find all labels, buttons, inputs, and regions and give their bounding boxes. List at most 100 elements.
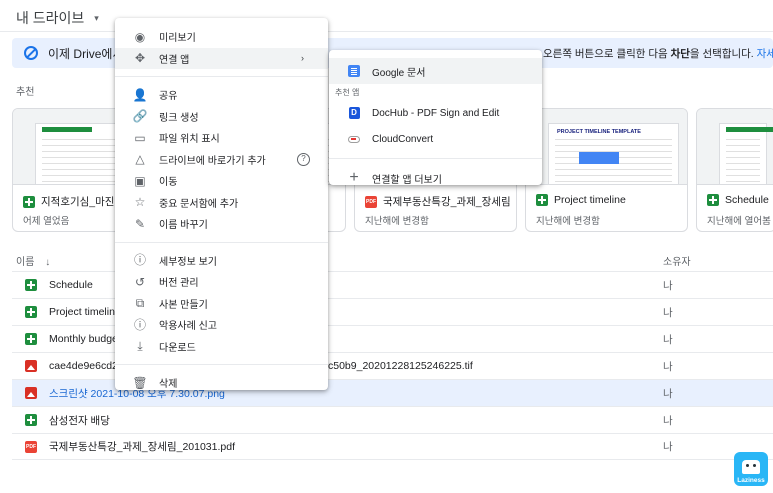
menu-item-label: 다운로드 bbox=[159, 342, 196, 354]
sheets-icon bbox=[25, 279, 37, 291]
drive-title-button[interactable]: 내 드라이브 ▾ bbox=[16, 8, 99, 28]
menu-item-info[interactable]: ⓘ 세부정보 보기 bbox=[115, 250, 328, 272]
menu-item-label: 미리보기 bbox=[159, 33, 196, 45]
drive-shortcut-icon: △ bbox=[135, 152, 145, 167]
menu-item-move-folder[interactable]: ▣ 이동 bbox=[115, 170, 328, 192]
menu-item-trash[interactable]: 🗑 삭제 bbox=[115, 372, 328, 394]
submenu-item-cloudconvert[interactable]: CloudConvert bbox=[329, 126, 542, 152]
sheets-icon bbox=[23, 195, 35, 208]
menu-item-drive-shortcut[interactable]: △ 드라이브에 바로가기 추가? bbox=[115, 149, 328, 171]
suggested-apps-label: 추천 앱 bbox=[335, 88, 360, 97]
menu-divider bbox=[115, 364, 328, 365]
context-menu: ◉ 미리보기 ✥ 연결 앱 › 👤 공유 🔗 링크 생성 ▭ 파일 위치 표시 △ 드라이브에 바로가기… bbox=[115, 18, 328, 390]
file-name-tail: c50b9_20201228125246225.tif bbox=[328, 360, 473, 372]
menu-item-link[interactable]: 🔗 링크 생성 bbox=[115, 106, 328, 128]
person-add-icon: 👤 bbox=[132, 87, 148, 102]
menu-item-label: 세부정보 보기 bbox=[159, 256, 217, 268]
owner-column-header: 소유자 bbox=[663, 257, 691, 268]
submenu-item-more-apps[interactable]: + 연결할 앱 더보기 bbox=[329, 165, 542, 191]
menu-item-move-arrows[interactable]: ✥ 연결 앱 › bbox=[115, 47, 328, 69]
folder-icon: ▭ bbox=[134, 130, 146, 145]
menu-item-eye[interactable]: ◉ 미리보기 bbox=[115, 26, 328, 48]
help-icon[interactable]: ? bbox=[297, 152, 310, 166]
card-name: Project timeline bbox=[536, 194, 681, 206]
card-thumbnail bbox=[697, 109, 773, 185]
menu-item-copy[interactable]: ⧉ 사본 만들기 bbox=[115, 293, 328, 315]
thumb-sheet: PROJECT TIMELINE TEMPLATE bbox=[548, 123, 679, 184]
dochub-glyph: D bbox=[348, 107, 360, 119]
menu-divider bbox=[115, 241, 328, 243]
menu-item-label: 공유 bbox=[159, 91, 178, 103]
file-owner: 나 bbox=[663, 279, 673, 292]
chevron-down-icon: ▾ bbox=[94, 12, 99, 23]
drive-screen: 내 드라이브 ▾ 이제 Drive에서 오른쪽 버튼으로 클릭한 다음 차단을 … bbox=[0, 0, 773, 493]
thumb-sheet bbox=[719, 123, 773, 184]
menu-item-label: 사본 만들기 bbox=[159, 299, 208, 311]
sort-arrow-icon[interactable]: ↓ bbox=[45, 257, 50, 268]
laziness-logo: Laziness bbox=[734, 452, 768, 486]
submenu-item-dochub[interactable]: D DocHub - PDF Sign and Edit bbox=[329, 100, 542, 126]
chevron-right-icon: › bbox=[301, 53, 304, 64]
learn-more-link[interactable]: 자세히 알아보기 bbox=[757, 48, 773, 60]
file-name: Monthly budget bbox=[49, 333, 121, 345]
sheets-icon bbox=[25, 333, 37, 345]
plus-icon: + bbox=[348, 170, 360, 186]
name-column-label: 이름 bbox=[16, 257, 35, 268]
menu-item-label: 이동 bbox=[159, 177, 178, 189]
card-activity: 지난해에 열어봄 bbox=[707, 216, 771, 227]
suggested-card[interactable]: Schedule 지난해에 열어봄 bbox=[696, 108, 773, 232]
menu-item-label: 버전 관리 bbox=[159, 278, 199, 290]
submenu-item-google-docs[interactable]: Google 문서 bbox=[329, 58, 542, 84]
file-owner: 나 bbox=[663, 387, 673, 400]
info-icon: ⓘ bbox=[133, 253, 146, 268]
card-name-text: Project timeline bbox=[554, 194, 626, 206]
star-icon: ☆ bbox=[134, 195, 146, 210]
pencil-icon: ✎ bbox=[134, 216, 146, 231]
menu-item-download[interactable]: ⤓ 다운로드 bbox=[115, 336, 328, 358]
menu-item-pencil[interactable]: ✎ 이름 바꾸기 bbox=[115, 213, 328, 235]
sheets-icon bbox=[707, 194, 719, 206]
image-file-icon bbox=[25, 360, 37, 372]
suggested-card[interactable]: PROJECT TIMELINE TEMPLATE Project timeli… bbox=[525, 108, 688, 232]
cloud-glyph bbox=[348, 135, 360, 143]
logo-face bbox=[742, 460, 760, 474]
table-row[interactable]: PDF 국제부동산특강_과제_장세림_201031.pdf 나 bbox=[12, 433, 773, 460]
menu-item-report[interactable]: ⓘ 악용사례 신고 bbox=[115, 314, 328, 336]
banner-tail-pre: 오른쪽 버튼으로 클릭한 다음 bbox=[543, 48, 671, 60]
sheets-icon bbox=[25, 306, 37, 318]
file-owner: 나 bbox=[663, 306, 673, 319]
link-icon: 🔗 bbox=[132, 109, 148, 124]
submenu-item-label: CloudConvert bbox=[372, 133, 434, 145]
menu-item-label: 드라이브에 바로가기 추가 bbox=[159, 155, 266, 167]
card-activity: 지난해에 변경함 bbox=[536, 216, 600, 227]
sheets-icon bbox=[25, 414, 37, 426]
file-name: 삼성전자 배당 bbox=[49, 414, 110, 427]
cloudconvert-icon bbox=[348, 133, 360, 145]
menu-item-person-add[interactable]: 👤 공유 bbox=[115, 84, 328, 106]
banner-tail-bold: 차단 bbox=[670, 48, 690, 60]
dochub-icon: D bbox=[348, 107, 360, 119]
block-icon bbox=[24, 46, 38, 60]
banner-tail-post: 을 선택합니다. bbox=[689, 48, 757, 60]
card-name-text: Schedule bbox=[725, 194, 769, 206]
move-folder-icon: ▣ bbox=[134, 173, 146, 188]
file-name: Project timeline bbox=[49, 306, 121, 318]
page-title: 내 드라이브 bbox=[16, 10, 85, 26]
submenu-item-label: Google 문서 bbox=[372, 67, 426, 79]
table-row[interactable]: 삼성전자 배당 나 bbox=[12, 406, 773, 433]
menu-divider bbox=[115, 76, 328, 77]
name-column-header[interactable]: 이름 ↓ bbox=[16, 253, 50, 268]
menu-item-label: 삭제 bbox=[159, 379, 178, 391]
menu-item-history[interactable]: ↺ 버전 관리 bbox=[115, 271, 328, 293]
banner-lead-text: 이제 Drive에서 bbox=[48, 46, 124, 61]
submenu-item-label: DocHub - PDF Sign and Edit bbox=[372, 107, 500, 119]
file-name: Schedule bbox=[49, 279, 93, 291]
file-owner: 나 bbox=[663, 360, 673, 373]
submenu-item-label: 연결할 앱 더보기 bbox=[372, 174, 442, 186]
menu-item-label: 악용사례 신고 bbox=[159, 321, 217, 333]
move-arrows-icon: ✥ bbox=[134, 51, 146, 66]
menu-item-folder[interactable]: ▭ 파일 위치 표시 bbox=[115, 127, 328, 149]
menu-item-star[interactable]: ☆ 중요 문서함에 추가 bbox=[115, 192, 328, 214]
card-name-text: 국제부동산특강_과제_장세림_201… bbox=[383, 196, 510, 208]
file-owner: 나 bbox=[663, 414, 673, 427]
